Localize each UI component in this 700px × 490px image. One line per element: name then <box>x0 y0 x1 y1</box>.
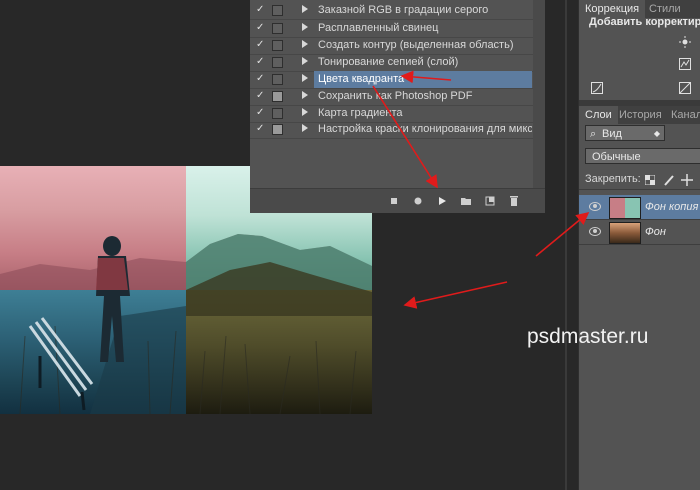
expand-caret-icon[interactable] <box>302 40 308 48</box>
action-row[interactable]: ✓ Карта градиента <box>250 105 533 122</box>
expand-caret-icon[interactable] <box>302 5 308 13</box>
play-icon[interactable] <box>435 194 449 208</box>
layer-name: Фон <box>645 226 666 238</box>
dialog-toggle-icon[interactable] <box>272 5 283 16</box>
action-name: Сохранить как Photoshop PDF <box>318 90 473 102</box>
action-row[interactable]: ✓ Настройка краски клонирования для микс… <box>250 121 533 138</box>
check-icon[interactable]: ✓ <box>256 90 266 101</box>
watermark-text: psdmaster.ru <box>527 325 649 348</box>
expand-caret-icon[interactable] <box>302 91 308 99</box>
dialog-toggle-icon[interactable] <box>272 91 283 102</box>
tab-channels[interactable]: Канала <box>665 106 700 124</box>
dialog-toggle-icon[interactable] <box>272 74 283 85</box>
action-row[interactable]: ✓ Заказной RGB в градации серого <box>250 2 533 19</box>
lock-transparent-icon[interactable] <box>645 175 655 185</box>
action-row[interactable]: ✓ Расплавленный свинец <box>250 20 533 37</box>
lock-brush-icon[interactable] <box>663 174 675 186</box>
curves-icon[interactable] <box>591 82 603 94</box>
layer-thumbnail <box>609 197 641 219</box>
layer-row-selected[interactable]: Фон копия <box>579 195 700 220</box>
action-name: Цвета квадранта <box>314 71 532 88</box>
tab-history[interactable]: История <box>613 106 668 124</box>
record-icon[interactable] <box>411 194 425 208</box>
check-icon[interactable]: ✓ <box>256 4 266 15</box>
eye-icon[interactable] <box>589 202 601 211</box>
blend-mode-select[interactable]: Обычные <box>585 148 700 164</box>
dialog-toggle-icon[interactable] <box>272 124 283 135</box>
action-name: Настройка краски клонирования для микс-к… <box>318 123 532 135</box>
layer-thumbnail <box>609 222 641 244</box>
blend-mode-value: Обычные <box>592 151 641 163</box>
folder-icon[interactable] <box>459 194 473 208</box>
collapsed-panel-strip[interactable] <box>565 0 567 490</box>
eye-icon[interactable] <box>589 227 601 236</box>
layer-filter-select[interactable]: ⌕ Вид ◆ <box>585 125 665 141</box>
action-name: Расплавленный свинец <box>318 22 439 34</box>
stop-icon[interactable] <box>387 194 401 208</box>
adjustments-title: Добавить корректиров <box>589 16 700 28</box>
trash-icon[interactable] <box>507 194 521 208</box>
action-row[interactable]: ✓ Тонирование сепией (слой) <box>250 54 533 71</box>
exposure-icon[interactable] <box>679 82 691 94</box>
right-panel-dock: Коррекция Стили Добавить корректиров Сло… <box>578 0 700 490</box>
filter-label: Вид <box>602 128 622 140</box>
action-name: Создать контур (выделенная область) <box>318 39 514 51</box>
lock-row: Закрепить: <box>579 171 700 190</box>
expand-caret-icon[interactable] <box>302 124 308 132</box>
expand-caret-icon[interactable] <box>302 74 308 82</box>
check-icon[interactable]: ✓ <box>256 22 266 33</box>
action-name: Заказной RGB в градации серого <box>318 4 489 16</box>
dialog-toggle-icon[interactable] <box>272 23 283 34</box>
dialog-toggle-icon[interactable] <box>272 57 283 68</box>
dialog-toggle-icon[interactable] <box>272 108 283 119</box>
lock-move-icon[interactable] <box>681 174 693 186</box>
action-row[interactable]: ✓ Сохранить как Photoshop PDF <box>250 88 533 105</box>
check-icon[interactable]: ✓ <box>256 73 266 84</box>
layer-row[interactable]: Фон <box>579 220 700 245</box>
search-icon: ⌕ <box>590 128 597 140</box>
dialog-toggle-icon[interactable] <box>272 40 283 51</box>
expand-caret-icon[interactable] <box>302 23 308 31</box>
actions-footer <box>250 188 545 213</box>
check-icon[interactable]: ✓ <box>256 107 266 118</box>
lock-label: Закрепить: <box>585 173 641 185</box>
actions-scrollbar[interactable] <box>533 0 545 188</box>
action-name: Тонирование сепией (слой) <box>318 56 459 68</box>
new-action-icon[interactable] <box>483 194 497 208</box>
brightness-icon[interactable] <box>679 36 691 48</box>
layer-name: Фон копия <box>645 201 699 213</box>
action-row-selected[interactable]: ✓ Цвета квадранта <box>250 71 533 88</box>
check-icon[interactable]: ✓ <box>256 39 266 50</box>
chevron-updown-icon: ◆ <box>653 129 660 138</box>
actions-panel: ✓ Заказной RGB в градации серого ✓ Распл… <box>250 0 545 213</box>
panel-gutter <box>545 0 578 490</box>
expand-caret-icon[interactable] <box>302 57 308 65</box>
expand-caret-icon[interactable] <box>302 108 308 116</box>
check-icon[interactable]: ✓ <box>256 123 266 134</box>
check-icon[interactable]: ✓ <box>256 56 266 67</box>
layers-tabbar: Слои История Канала <box>579 106 700 124</box>
action-row[interactable]: ✓ Создать контур (выделенная область) <box>250 37 533 54</box>
levels-icon[interactable] <box>679 58 691 70</box>
row-divider <box>250 138 533 139</box>
tab-layers[interactable]: Слои <box>579 106 618 124</box>
action-name: Карта градиента <box>318 107 403 119</box>
